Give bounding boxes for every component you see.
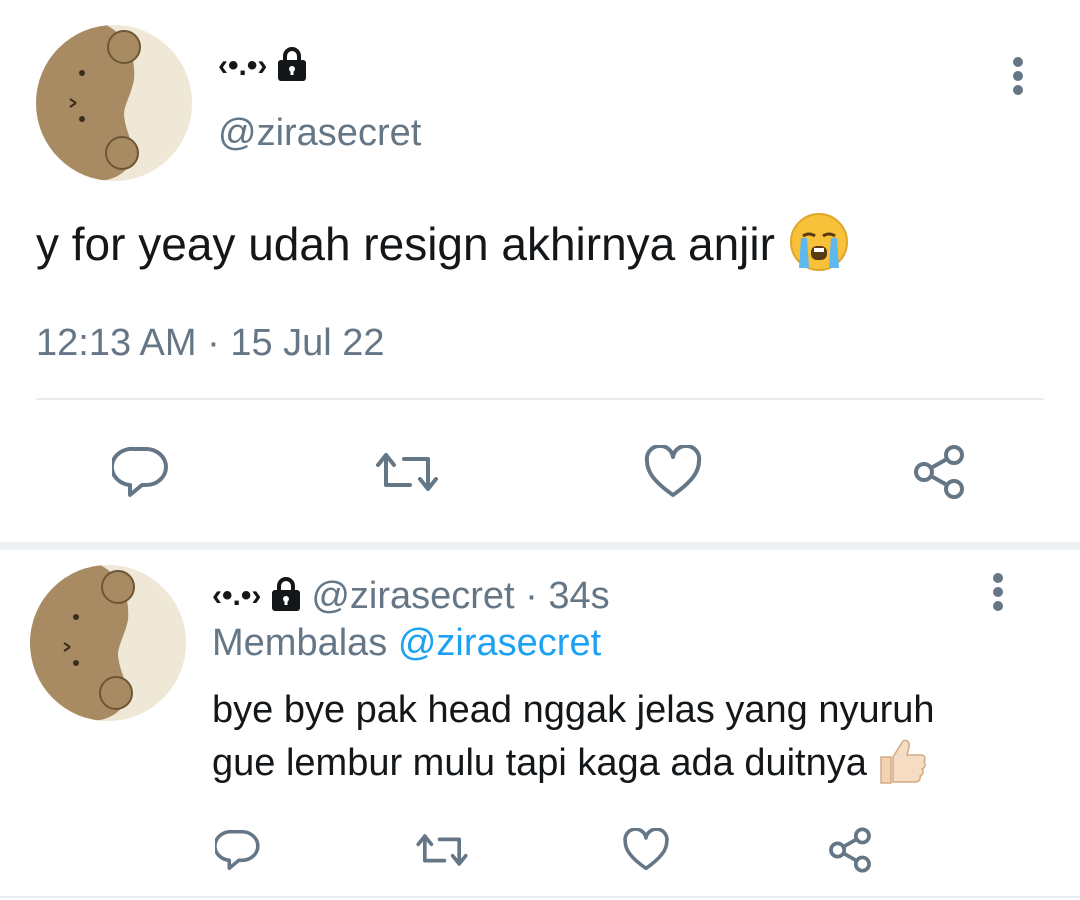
display-name[interactable]: ‹•.•› bbox=[218, 49, 267, 83]
reply-text-line-2: gue lembur mulu tapi kaga ada duitnya bbox=[212, 741, 867, 784]
share-icon[interactable] bbox=[904, 440, 974, 504]
more-options-icon[interactable] bbox=[1012, 57, 1024, 95]
main-action-bar bbox=[0, 440, 1080, 504]
tweet-text-row: y for yeay udah resign akhirnya anjir bbox=[36, 212, 849, 277]
reply-handle[interactable]: @zirasecret bbox=[311, 575, 514, 617]
thumbs-up-emoji bbox=[877, 737, 927, 790]
reply-meta: @zirasecret · 34s bbox=[311, 575, 609, 618]
reply-header-row: ‹•.•› @zirasecret · 34s bbox=[212, 574, 610, 618]
like-icon[interactable] bbox=[638, 440, 708, 504]
reply-action-bar bbox=[0, 822, 1080, 878]
divider bbox=[36, 398, 1044, 400]
replying-to-link[interactable]: @zirasecret bbox=[398, 622, 601, 664]
reply-age[interactable]: 34s bbox=[548, 575, 609, 617]
replying-label: Membalas bbox=[212, 622, 388, 664]
reply-text-line-2-row: gue lembur mulu tapi kaga ada duitnya bbox=[212, 738, 927, 788]
bottom-divider bbox=[0, 896, 1080, 898]
more-options-icon[interactable] bbox=[992, 573, 1004, 611]
retweet-icon[interactable] bbox=[412, 822, 472, 878]
bear-avatar-image bbox=[30, 565, 186, 721]
share-icon[interactable] bbox=[822, 822, 878, 878]
reply-display-name[interactable]: ‹•.•› bbox=[212, 579, 261, 613]
main-display-name-row: ‹•.•› bbox=[218, 44, 307, 88]
handle[interactable]: @zirasecret bbox=[218, 110, 421, 156]
section-separator bbox=[0, 542, 1080, 550]
like-icon[interactable] bbox=[618, 822, 674, 878]
bear-avatar-image bbox=[36, 25, 192, 181]
retweet-icon[interactable] bbox=[372, 440, 442, 504]
loudly-crying-face-emoji bbox=[789, 212, 849, 277]
lock-icon bbox=[271, 576, 301, 617]
reply-icon[interactable] bbox=[210, 822, 266, 878]
lock-icon bbox=[277, 46, 307, 87]
avatar[interactable] bbox=[36, 25, 192, 181]
reply-avatar[interactable] bbox=[30, 565, 186, 721]
tweet-text: y for yeay udah resign akhirnya anjir bbox=[36, 218, 775, 270]
timestamp[interactable]: 12:13 AM · 15 Jul 22 bbox=[36, 320, 385, 366]
reply-icon[interactable] bbox=[106, 440, 176, 504]
replying-to-row: Membalas @zirasecret bbox=[212, 620, 601, 666]
meta-separator: · bbox=[514, 574, 549, 617]
reply-text-line-1: bye bye pak head nggak jelas yang nyuruh bbox=[212, 689, 935, 731]
